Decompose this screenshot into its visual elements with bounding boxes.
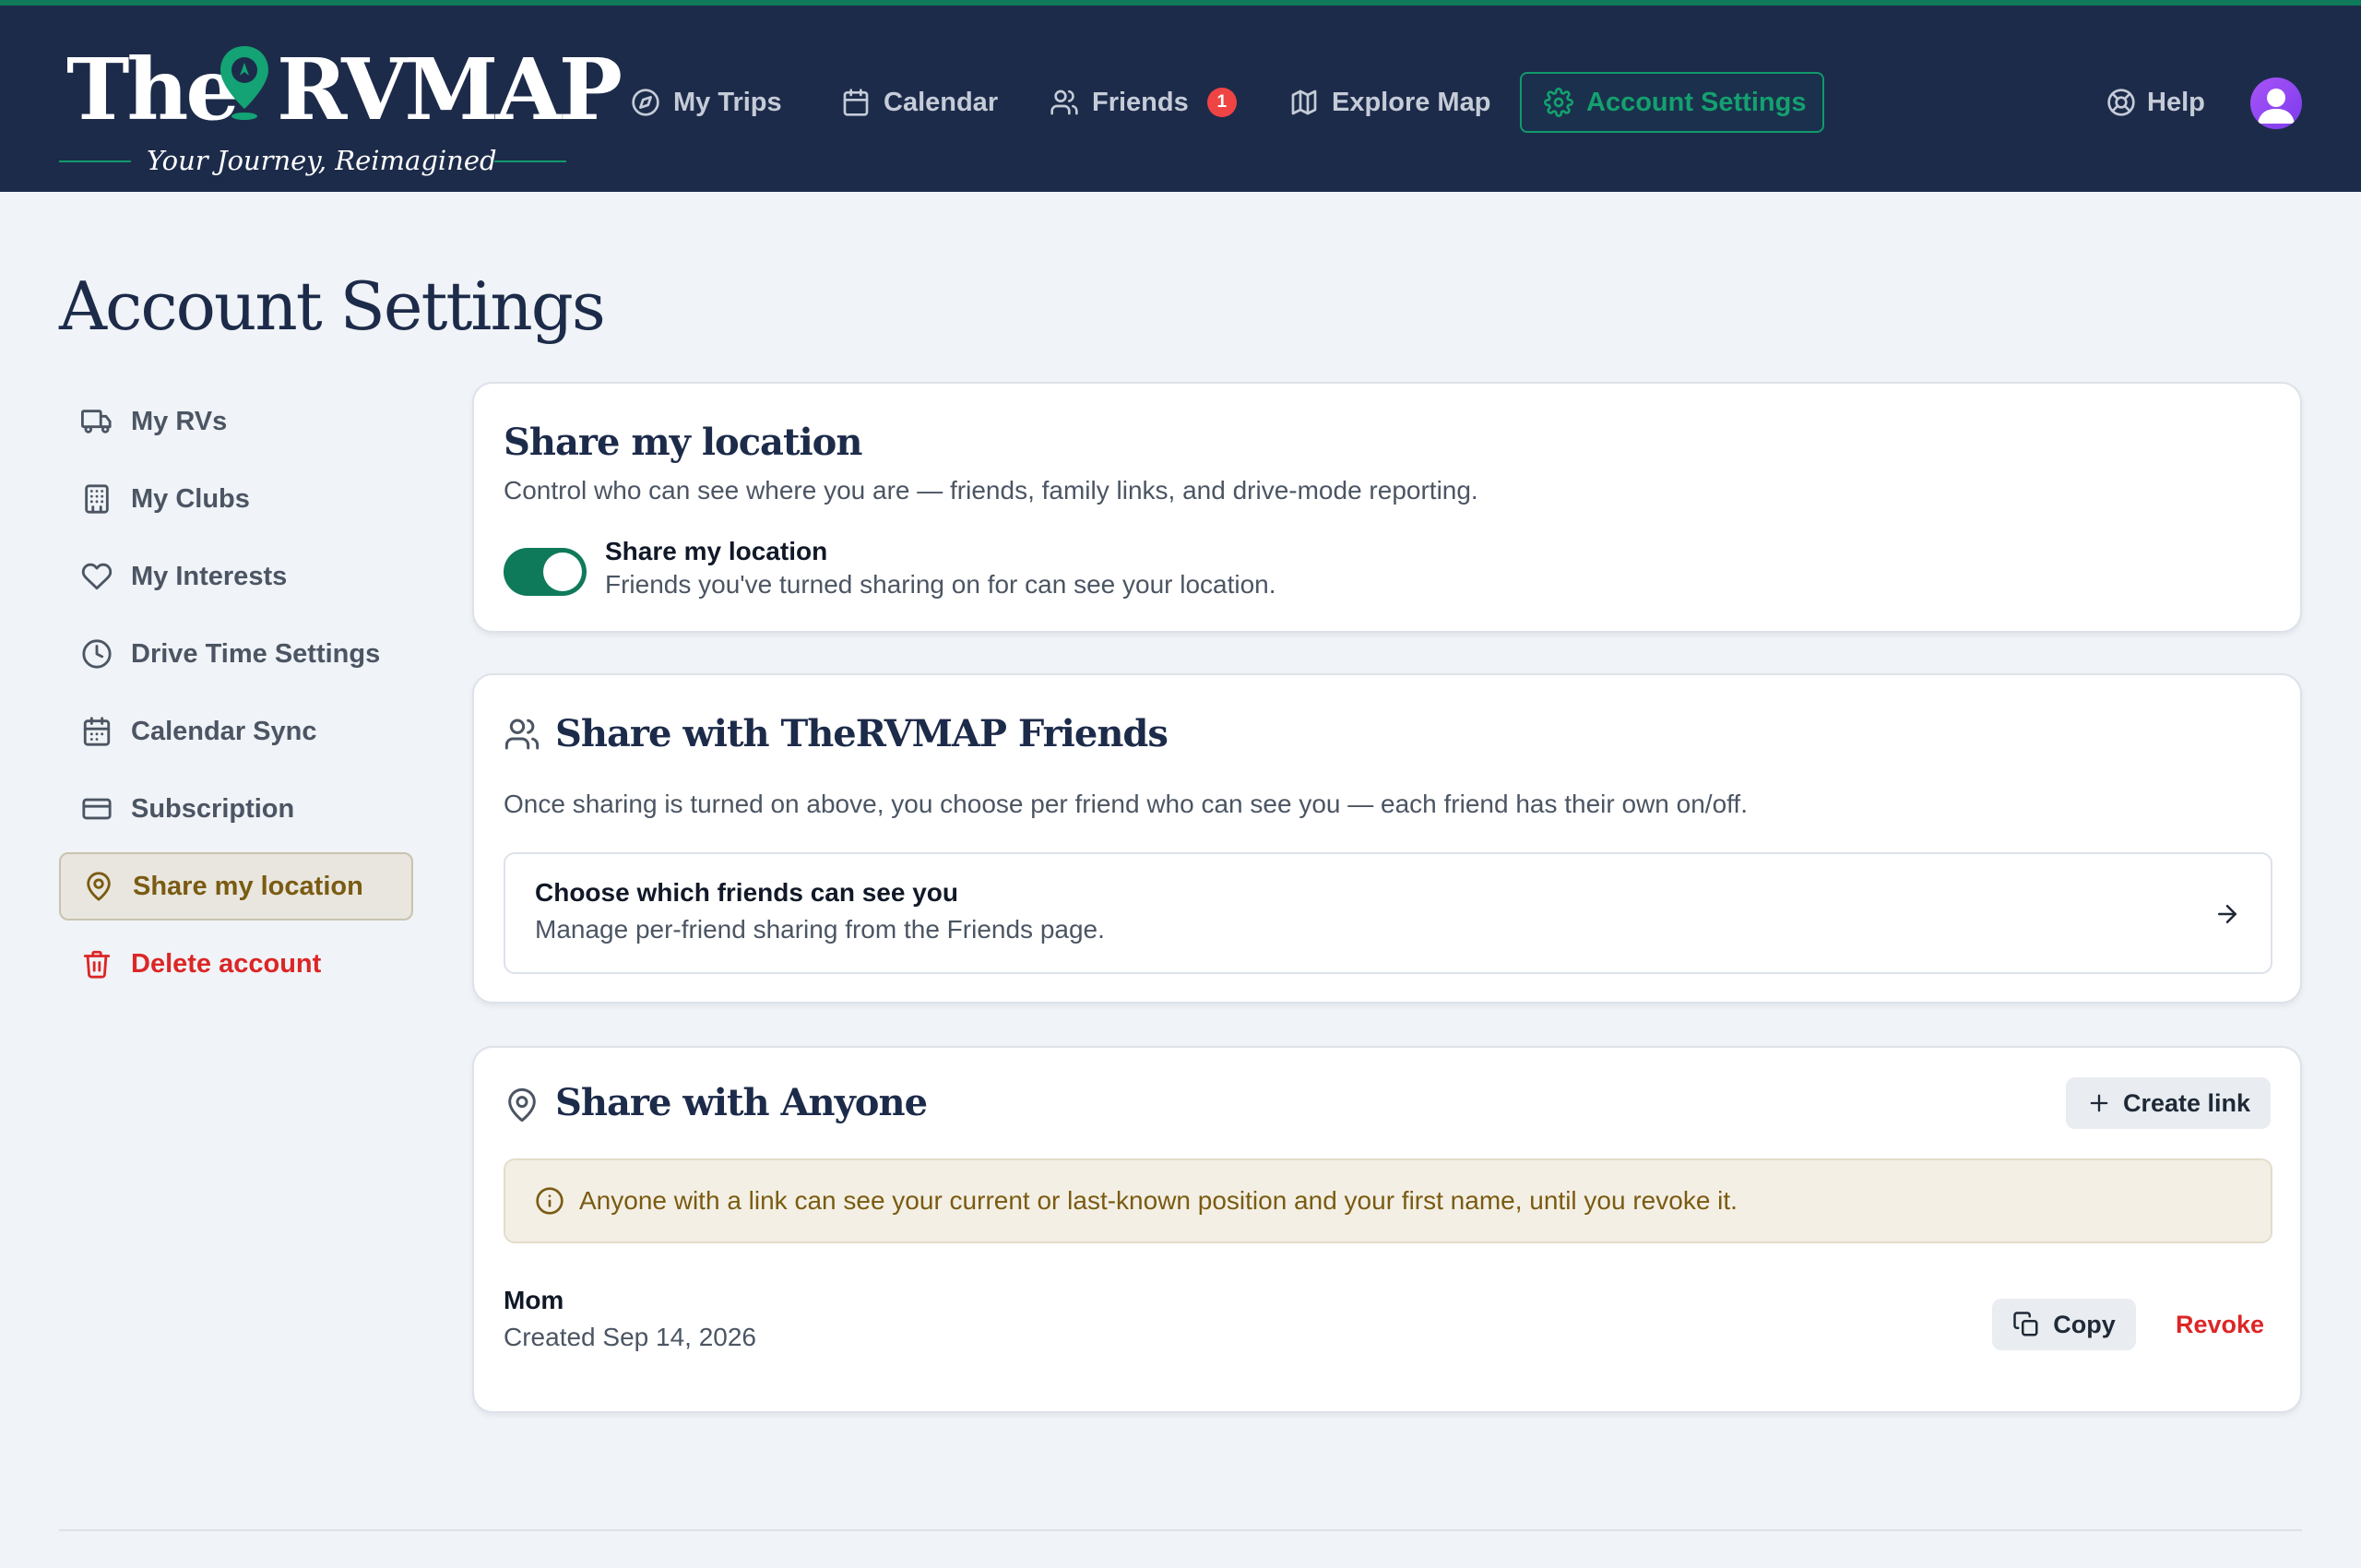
choose-friends-title: Choose which friends can see you	[535, 878, 959, 907]
tagline-divider-left	[59, 160, 131, 162]
sidebar-item-label: Subscription	[131, 793, 295, 824]
copy-icon	[2013, 1312, 2038, 1336]
share-anyone-card: Share with Anyone Create link Anyone wit…	[472, 1046, 2302, 1413]
map-pin-logo-icon	[220, 46, 268, 120]
share-location-title: Share my location	[504, 421, 862, 464]
nav-friends-label: Friends	[1092, 87, 1189, 117]
settings-sidebar: My RVs My Clubs My Interests Drive Time …	[59, 387, 413, 1007]
toggle-knob	[543, 552, 582, 591]
nav-account-settings-label: Account Settings	[1586, 87, 1807, 117]
calendar-icon	[83, 717, 111, 746]
trash-icon	[83, 950, 111, 979]
share-friends-card: Share with TheRVMAP Friends Once sharing…	[472, 673, 2302, 1004]
plus-icon	[2090, 1094, 2108, 1112]
friends-notification-badge: 1	[1206, 88, 1237, 117]
nav-my-trips[interactable]: My Trips	[631, 72, 782, 133]
users-icon	[504, 719, 540, 750]
nav-calendar-label: Calendar	[884, 87, 999, 117]
tagline-divider-right	[494, 160, 566, 162]
clock-icon	[82, 639, 112, 669]
info-icon	[536, 1187, 564, 1215]
copy-label: Copy	[2053, 1310, 2116, 1338]
sidebar-item-label: My Clubs	[131, 483, 250, 514]
share-friends-description: Once sharing is turned on above, you cho…	[504, 790, 1748, 818]
copy-link-button[interactable]: Copy	[1992, 1299, 2136, 1350]
nav-friends[interactable]: Friends 1	[1050, 72, 1237, 133]
sidebar-item-label: Delete account	[131, 948, 322, 979]
truck-icon	[81, 410, 112, 434]
sidebar-item-label: My RVs	[131, 406, 228, 436]
share-anyone-title: Share with Anyone	[555, 1081, 928, 1124]
create-link-label: Create link	[2122, 1088, 2251, 1117]
map-pin-icon	[508, 1087, 536, 1123]
logo-word-rvmap: RVMAP	[277, 40, 623, 139]
share-link-name: Mom	[504, 1286, 564, 1314]
nav-explore-map[interactable]: Explore Map	[1289, 72, 1490, 133]
gear-icon	[1544, 88, 1573, 117]
sidebar-item-calendar-sync[interactable]: Calendar Sync	[59, 697, 413, 766]
notice-text: Anyone with a link can see your current …	[579, 1186, 1738, 1215]
page-title: Account Settings	[59, 267, 606, 345]
users-icon	[1050, 89, 1078, 115]
building-icon	[85, 484, 109, 514]
sidebar-item-my-interests[interactable]: My Interests	[59, 542, 413, 611]
calendar-icon	[843, 89, 869, 116]
share-location-card: Share my location Control who can see wh…	[472, 382, 2302, 633]
credit-card-icon	[82, 798, 112, 820]
footer-divider	[59, 1529, 2302, 1531]
sidebar-item-my-clubs[interactable]: My Clubs	[59, 465, 413, 533]
brand-logo[interactable]: The RVMAP Your Journey, Reimagined	[59, 39, 623, 179]
help-link[interactable]: Help	[2106, 72, 2205, 133]
share-friends-title: Share with TheRVMAP Friends	[555, 712, 1169, 755]
user-avatar[interactable]	[2250, 77, 2302, 129]
share-link-notice: Anyone with a link can see your current …	[504, 1158, 2272, 1243]
sidebar-item-label: My Interests	[131, 561, 288, 591]
logo-tagline: Your Journey, Reimagined	[59, 142, 566, 179]
map-pin-icon	[87, 872, 111, 901]
help-label: Help	[2147, 87, 2205, 117]
sidebar-item-drive-time-settings[interactable]: Drive Time Settings	[59, 620, 413, 688]
sidebar-item-label: Share my location	[133, 871, 363, 901]
lifebuoy-icon	[2107, 89, 2135, 116]
logo-word-the: The	[66, 40, 240, 139]
arrow-right-icon	[2218, 905, 2236, 923]
compass-icon	[632, 89, 659, 116]
create-link-button[interactable]: Create link	[2066, 1077, 2271, 1129]
revoke-link-button[interactable]: Revoke	[2160, 1299, 2280, 1350]
top-navbar: The RVMAP Your Journey, Reimagined My Tr…	[0, 6, 2361, 192]
share-location-toggle[interactable]	[504, 548, 587, 596]
nav-my-trips-label: My Trips	[673, 87, 782, 117]
nav-account-settings[interactable]: Account Settings	[1520, 72, 1824, 133]
share-link-created: Created Sep 14, 2026	[504, 1323, 756, 1351]
sidebar-item-share-my-location[interactable]: Share my location	[59, 852, 413, 921]
share-location-description: Control who can see where you are — frie…	[504, 476, 1478, 505]
choose-friends-sub: Manage per-friend sharing from the Frien…	[535, 915, 1105, 944]
sidebar-item-delete-account[interactable]: Delete account	[59, 930, 413, 998]
sidebar-item-subscription[interactable]: Subscription	[59, 775, 413, 843]
tagline-text: Your Journey, Reimagined	[147, 145, 497, 176]
share-location-toggle-label: Share my location	[605, 537, 828, 565]
sidebar-item-label: Calendar Sync	[131, 716, 317, 746]
sidebar-item-my-rvs[interactable]: My RVs	[59, 387, 413, 456]
choose-friends-link[interactable]: Choose which friends can see you Manage …	[504, 852, 2272, 974]
heart-icon	[81, 563, 113, 590]
user-avatar-icon	[2258, 89, 2295, 124]
share-location-toggle-sub: Friends you've turned sharing on for can…	[605, 570, 1276, 599]
sidebar-item-label: Drive Time Settings	[131, 638, 381, 669]
map-icon	[1291, 89, 1317, 115]
nav-explore-map-label: Explore Map	[1332, 87, 1491, 117]
nav-calendar[interactable]: Calendar	[841, 72, 998, 133]
